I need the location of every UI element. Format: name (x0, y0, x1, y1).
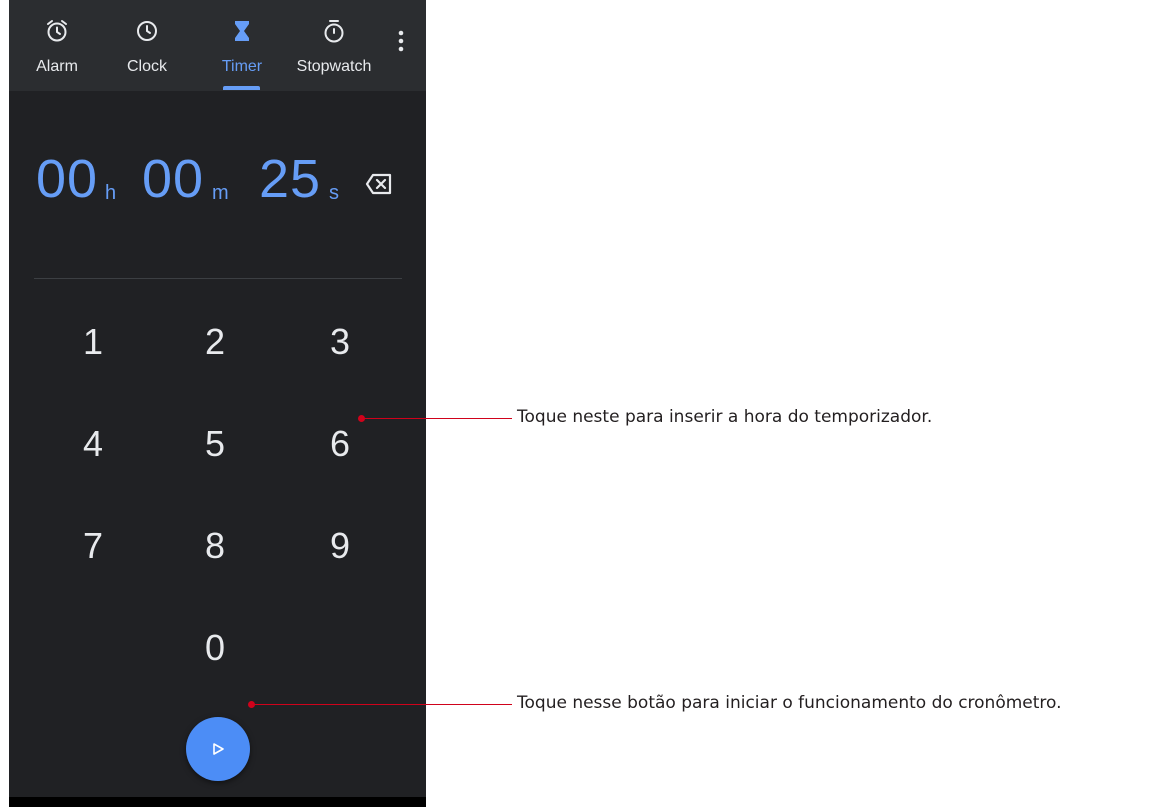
play-icon (213, 743, 224, 755)
tab-timer[interactable]: Timer (212, 0, 272, 91)
page: Alarm Clock Timer Stopwatch 00 h 00 m 25… (0, 0, 1168, 807)
stopwatch-icon (324, 20, 344, 43)
phone-screen: Alarm Clock Timer Stopwatch 00 h 00 m 25… (9, 0, 426, 807)
navigation-bar (9, 797, 426, 807)
tab-alarm[interactable]: Alarm (27, 0, 87, 91)
key-3[interactable]: 3 (300, 312, 380, 372)
callout-keypad-text: Toque neste para inserir a hora do tempo… (517, 407, 933, 427)
hourglass-icon (235, 21, 249, 41)
tab-bar: Alarm Clock Timer Stopwatch (9, 0, 426, 91)
key-6[interactable]: 6 (300, 414, 380, 474)
key-7[interactable]: 7 (53, 516, 133, 576)
key-2[interactable]: 2 (175, 312, 255, 372)
hours-unit: h (105, 182, 117, 204)
seconds-value: 25 (259, 149, 322, 209)
tab-label: Timer (221, 58, 263, 75)
tab-label: Clock (126, 58, 167, 75)
alarm-icon (47, 20, 67, 42)
callout-line-keypad (362, 418, 512, 419)
hours-value: 00 (36, 149, 99, 209)
tab-label: Alarm (36, 58, 78, 75)
more-options-icon[interactable] (395, 28, 407, 54)
active-tab-indicator (223, 86, 260, 90)
key-0[interactable]: 0 (175, 618, 255, 678)
minutes-unit: m (212, 182, 229, 204)
start-button[interactable] (186, 717, 250, 781)
key-8[interactable]: 8 (175, 516, 255, 576)
key-5[interactable]: 5 (175, 414, 255, 474)
clock-icon (137, 21, 157, 41)
tab-clock[interactable]: Clock (117, 0, 177, 91)
seconds-unit: s (329, 182, 339, 204)
key-9[interactable]: 9 (300, 516, 380, 576)
backspace-icon[interactable] (365, 173, 393, 195)
callout-line-start (252, 704, 512, 705)
callout-start-text: Toque nesse botão para iniciar o funcion… (517, 693, 1062, 713)
tab-label: Stopwatch (296, 58, 372, 75)
key-1[interactable]: 1 (53, 312, 133, 372)
key-4[interactable]: 4 (53, 414, 133, 474)
tab-stopwatch[interactable]: Stopwatch (292, 0, 376, 91)
divider (34, 278, 402, 279)
minutes-value: 00 (142, 149, 205, 209)
